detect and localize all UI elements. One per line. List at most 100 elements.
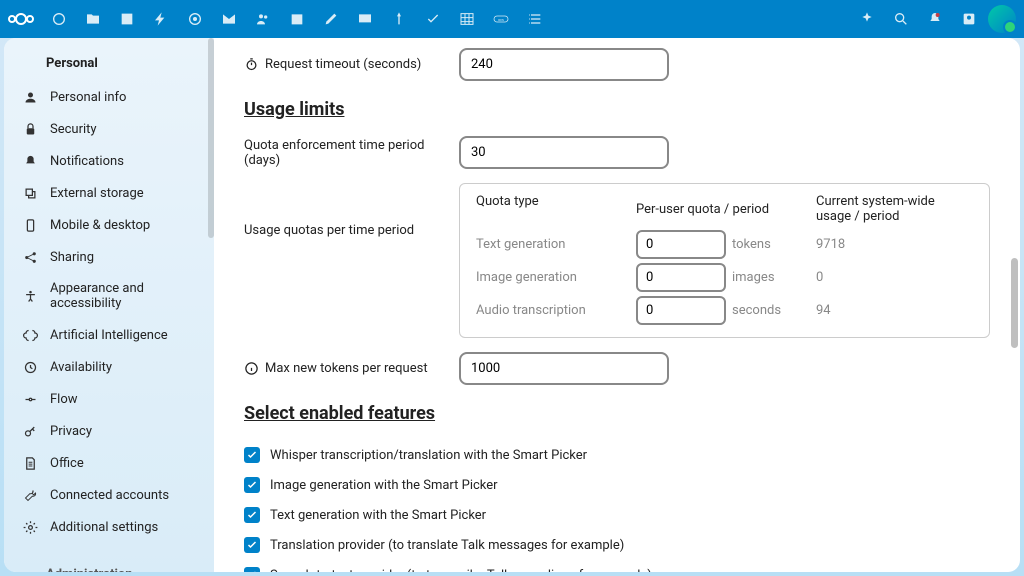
checkbox-checked-icon (244, 537, 260, 553)
clock-icon (22, 359, 38, 375)
list-icon[interactable] (520, 4, 550, 34)
max-tokens-label: Max new tokens per request (244, 361, 449, 376)
sidebar-item-label: Availability (50, 360, 112, 375)
external-icon (22, 185, 38, 201)
avatar[interactable] (988, 5, 1016, 33)
sidebar-item-flow[interactable]: Flow (4, 383, 214, 415)
sidebar-heading-administration: Administration (4, 557, 214, 572)
checkbox-checked-icon (244, 477, 260, 493)
quota-row-image: Image generation images 0 (476, 263, 973, 292)
files-icon[interactable] (78, 4, 108, 34)
usage-limits-heading: Usage limits (244, 99, 990, 120)
stopwatch-icon (244, 57, 259, 72)
sidebar-item-label: Security (50, 122, 97, 137)
features-list: Whisper transcription/translation with t… (244, 440, 990, 572)
sidebar-item-ai[interactable]: Artificial Intelligence (4, 319, 214, 351)
sidebar-item-additional-settings[interactable]: Additional settings (4, 511, 214, 543)
contacts-icon[interactable] (248, 4, 278, 34)
sidebar-item-label: Additional settings (50, 520, 158, 535)
tables-icon[interactable] (452, 4, 482, 34)
sidebar-item-label: External storage (50, 186, 144, 201)
sidebar-item-label: Connected accounts (50, 488, 169, 503)
quota-period-input[interactable] (459, 136, 669, 169)
main-scrollbar[interactable] (1011, 258, 1018, 348)
key-icon (22, 423, 38, 439)
phone-icon (22, 217, 38, 233)
accessibility-icon (22, 288, 38, 304)
feature-text-gen[interactable]: Text generation with the Smart Picker (244, 500, 990, 530)
notifications-bell-icon[interactable] (920, 4, 950, 34)
sidebar-item-label: Appearance and accessibility (50, 281, 196, 311)
quota-image-input[interactable] (636, 263, 726, 292)
quota-row-audio: Audio transcription seconds 94 (476, 296, 973, 325)
sidebar-item-connected-accounts[interactable]: Connected accounts (4, 479, 214, 511)
sidebar-item-label: Notifications (50, 154, 124, 169)
upgrade-icon[interactable] (384, 4, 414, 34)
gear-icon (22, 519, 38, 535)
quota-audio-input[interactable] (636, 296, 726, 325)
quota-table: Quota type Per-user quota / period Curre… (459, 183, 990, 338)
user-icon (22, 89, 38, 105)
sidebar-item-sharing[interactable]: Sharing (4, 241, 214, 273)
sidebar-item-appearance[interactable]: Appearance and accessibility (4, 273, 214, 319)
contacts-menu-icon[interactable] (954, 4, 984, 34)
sidebar-item-mobile-desktop[interactable]: Mobile & desktop (4, 209, 214, 241)
logo[interactable] (8, 13, 34, 25)
photos-icon[interactable] (112, 4, 142, 34)
quota-text-input[interactable] (636, 230, 726, 259)
quota-period-label: Quota enforcement time period (days) (244, 138, 449, 168)
deck-icon[interactable] (350, 4, 380, 34)
sidebar-item-label: Office (50, 456, 84, 471)
sidebar-item-security[interactable]: Security (4, 113, 214, 145)
share-icon (22, 249, 38, 265)
checkbox-checked-icon (244, 507, 260, 523)
feature-image-gen[interactable]: Image generation with the Smart Picker (244, 470, 990, 500)
quota-header-usage: Current system-wide usage / period (816, 194, 973, 224)
checkbox-checked-icon (244, 567, 260, 572)
quota-row-text: Text generation tokens 9718 (476, 230, 973, 259)
sidebar-item-personal-info[interactable]: Personal info (4, 81, 214, 113)
sidebar-item-label: Privacy (50, 424, 92, 439)
assistant-icon[interactable] (852, 4, 882, 34)
sidebar-item-label: Artificial Intelligence (50, 328, 168, 343)
sidebar-item-notifications[interactable]: Notifications (4, 145, 214, 177)
sidebar-item-availability[interactable]: Availability (4, 351, 214, 383)
bell-icon (22, 153, 38, 169)
usage-quotas-label: Usage quotas per time period (244, 183, 449, 238)
calendar-icon[interactable] (282, 4, 312, 34)
sidebar-item-privacy[interactable]: Privacy (4, 415, 214, 447)
lock-icon (22, 121, 38, 137)
sidebar-item-label: Sharing (50, 250, 94, 265)
sidebar-item-office[interactable]: Office (4, 447, 214, 479)
brain-icon (22, 327, 38, 343)
dashboard-icon[interactable] (44, 4, 74, 34)
wrench-icon (22, 487, 38, 503)
max-tokens-input[interactable] (459, 352, 669, 385)
request-timeout-label: Request timeout (seconds) (244, 57, 449, 72)
top-bar: ocs (0, 0, 1024, 38)
info-icon (244, 361, 259, 376)
svg-text:ocs: ocs (498, 18, 504, 22)
request-timeout-input[interactable] (459, 48, 669, 81)
sidebar-item-label: Mobile & desktop (50, 218, 150, 233)
mail-icon[interactable] (214, 4, 244, 34)
search-icon[interactable] (886, 4, 916, 34)
feature-translation[interactable]: Translation provider (to translate Talk … (244, 530, 990, 560)
main-content: Request timeout (seconds) Usage limits Q… (214, 38, 1020, 572)
sidebar-item-external-storage[interactable]: External storage (4, 177, 214, 209)
flow-icon (22, 391, 38, 407)
feature-whisper[interactable]: Whisper transcription/translation with t… (244, 440, 990, 470)
checkbox-checked-icon (244, 447, 260, 463)
ocs-icon[interactable]: ocs (486, 4, 516, 34)
features-heading: Select enabled features (244, 403, 990, 424)
notes-icon[interactable] (316, 4, 346, 34)
feature-speech-to-text[interactable]: Speech-to-text provider (to transcribe T… (244, 560, 990, 572)
sidebar-heading-personal: Personal (4, 56, 214, 81)
content-frame: Personal Personal info Security Notifica… (4, 38, 1020, 572)
tasks-icon[interactable] (418, 4, 448, 34)
talk-circle-icon[interactable] (180, 4, 210, 34)
quota-header-type: Quota type (476, 194, 636, 224)
quota-header-peruser: Per-user quota / period (636, 194, 816, 224)
activity-icon[interactable] (146, 4, 176, 34)
sidebar-item-label: Personal info (50, 90, 126, 105)
